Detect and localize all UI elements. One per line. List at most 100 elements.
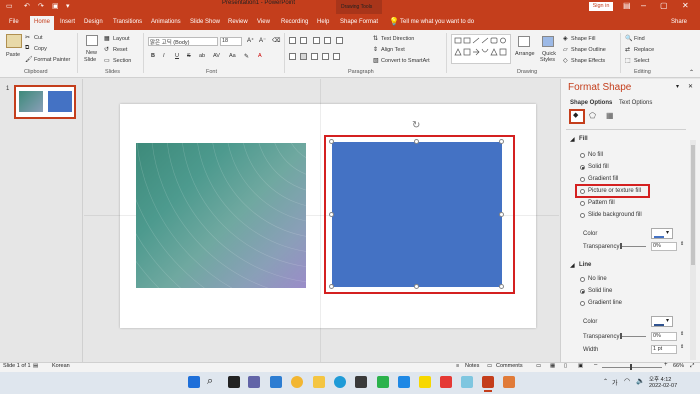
resize-handle-w[interactable] (329, 212, 334, 217)
clear-formatting-icon[interactable]: ⌫ (272, 37, 280, 44)
fill-transparency-thumb[interactable] (620, 243, 622, 249)
zoom-out-icon[interactable]: – (594, 362, 597, 368)
bold-button[interactable]: B (151, 53, 155, 59)
line-spacing-icon[interactable] (336, 37, 343, 44)
strikethrough-button[interactable]: S (187, 53, 191, 59)
tray-chevron-icon[interactable]: ⌃ (603, 378, 608, 385)
numbering-icon[interactable] (300, 37, 307, 44)
decrease-indent-icon[interactable] (313, 37, 320, 44)
edge-icon[interactable] (334, 376, 346, 388)
app-icon[interactable] (398, 376, 410, 388)
zoom-slider[interactable] (602, 367, 662, 368)
rotate-handle-icon[interactable]: ↻ (412, 120, 420, 131)
notes-button[interactable]: Notes (465, 363, 479, 369)
chat-icon[interactable] (248, 376, 260, 388)
align-text-icon[interactable]: ⇕ (373, 46, 378, 53)
start-icon[interactable] (188, 376, 200, 388)
format-painter-button[interactable]: Format Painter (34, 57, 70, 63)
line-transparency-slider[interactable] (621, 336, 646, 337)
undo-icon[interactable]: ↶ (24, 2, 30, 10)
section-icon[interactable]: ▭ (104, 57, 110, 64)
select-icon[interactable]: ⬚ (625, 57, 631, 64)
text-direction-button[interactable]: Text Direction (381, 36, 414, 42)
comments-icon[interactable]: ▭ (487, 363, 492, 369)
texture-rectangle[interactable] (136, 143, 306, 288)
slide-sorter-icon[interactable]: ▦ (550, 363, 555, 369)
shape-effects-icon[interactable]: ◇ (563, 57, 568, 64)
comments-button[interactable]: Comments (496, 363, 523, 369)
ime-indicator[interactable]: 가 (612, 378, 618, 387)
line-option-radio[interactable] (580, 277, 585, 282)
tab-insert[interactable]: Insert (60, 19, 75, 25)
tab-slide-show[interactable]: Slide Show (190, 19, 220, 25)
align-center-icon[interactable] (300, 53, 307, 60)
cut-button[interactable]: Cut (34, 35, 43, 41)
format-painter-icon[interactable]: 🖌 (25, 56, 33, 63)
fill-transparency-slider[interactable] (621, 246, 646, 247)
clock-time[interactable]: 오후 4:12 (649, 375, 671, 383)
align-text-button[interactable]: Align Text (381, 47, 405, 53)
arrange-icon[interactable] (518, 36, 530, 47)
shape-outline-icon[interactable]: ▱ (563, 46, 568, 53)
fill-option-radio[interactable] (580, 177, 585, 182)
replace-icon[interactable]: ⇄ (625, 46, 630, 53)
picture-or-texture-fill-option[interactable]: Picture or texture fill (588, 188, 641, 194)
clock-date[interactable]: 2022-02-07 (649, 383, 677, 389)
tab-file[interactable]: File (9, 19, 19, 25)
pattern-fill-option[interactable]: Pattern fill (588, 200, 615, 206)
zoom-in-icon[interactable]: + (664, 362, 668, 368)
search-icon[interactable]: ⌕ (207, 375, 213, 388)
text-direction-icon[interactable]: ⇅ (373, 35, 378, 42)
app-icon[interactable] (377, 376, 389, 388)
columns-icon[interactable] (333, 53, 340, 60)
replace-button[interactable]: Replace (634, 47, 654, 53)
fill-section-header[interactable]: Fill (579, 136, 588, 142)
powerpoint-icon[interactable] (482, 376, 494, 388)
shape-fill-button[interactable]: Shape Fill (571, 36, 595, 42)
spelling-icon[interactable]: ▤ (33, 363, 38, 369)
reading-view-icon[interactable]: ▯ (564, 363, 567, 369)
tab-design[interactable]: Design (84, 19, 103, 25)
copy-icon[interactable]: ⧉ (25, 45, 29, 52)
convert-to-smartart-button[interactable]: Convert to SmartArt (381, 58, 430, 64)
tab-shape-options[interactable]: Shape Options (570, 100, 612, 106)
fit-to-window-icon[interactable]: ⤢ (690, 363, 694, 370)
font-color-button[interactable]: A (258, 53, 262, 59)
tab-text-options[interactable]: Text Options (619, 100, 652, 106)
share-button[interactable]: Share (671, 19, 687, 25)
size-properties-icon[interactable]: ▦ (606, 111, 614, 120)
bullets-icon[interactable] (289, 37, 296, 44)
minimize-icon[interactable]: – (641, 0, 646, 10)
line-expand-icon[interactable]: ◢ (570, 262, 575, 269)
find-icon[interactable]: 🔍 (625, 35, 632, 42)
wifi-icon[interactable]: ◠ (624, 377, 630, 385)
gradient-fill-option[interactable]: Gradient fill (588, 176, 618, 182)
volume-icon[interactable]: 🔈 (636, 377, 645, 385)
collapse-ribbon-icon[interactable]: ⌃ (689, 69, 694, 76)
app-icon[interactable] (461, 376, 473, 388)
line-option-radio[interactable] (580, 289, 585, 294)
kakaotalk-icon[interactable] (419, 376, 431, 388)
justify-icon[interactable] (322, 53, 329, 60)
shapes-gallery[interactable] (451, 34, 511, 64)
fill-option-radio[interactable] (580, 153, 585, 158)
spinner-icon[interactable]: ⇕ (680, 241, 684, 247)
italic-button[interactable]: I (163, 53, 165, 59)
file-explorer-icon[interactable] (313, 376, 325, 388)
tab-home[interactable]: Home (30, 16, 55, 30)
start-presentation-icon[interactable]: ▣ (52, 2, 59, 10)
effects-category-icon[interactable]: ⬠ (589, 111, 596, 120)
paste-button[interactable]: Paste (6, 52, 20, 58)
shadow-button[interactable]: ab (199, 53, 205, 59)
quick-access-dropdown-icon[interactable]: ▾ (66, 2, 70, 10)
zoom-slider-thumb[interactable] (630, 364, 632, 370)
app-icon[interactable] (440, 376, 452, 388)
normal-view-icon[interactable]: ▭ (536, 363, 541, 369)
quick-styles-icon[interactable] (542, 36, 554, 47)
app-icon[interactable] (503, 376, 515, 388)
line-section-header[interactable]: Line (579, 262, 591, 268)
line-option-radio[interactable] (580, 301, 585, 306)
shrink-font-icon[interactable]: A⁻ (259, 37, 266, 44)
pane-options-icon[interactable]: ▾ (676, 83, 679, 90)
blue-rectangle[interactable] (332, 142, 502, 287)
